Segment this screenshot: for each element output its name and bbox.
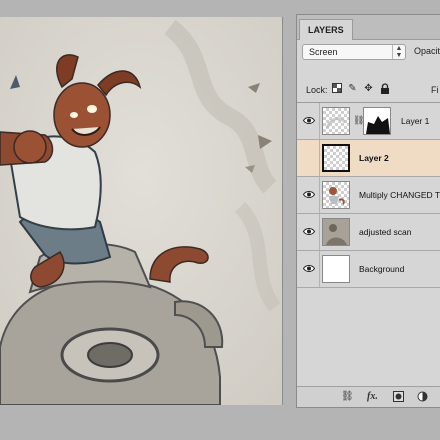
- layer-row-background[interactable]: Background: [297, 251, 440, 288]
- link-icon[interactable]: ⛓: [353, 115, 364, 128]
- layer-row-adjusted-scan[interactable]: adjusted scan: [297, 214, 440, 251]
- eye-icon[interactable]: [303, 264, 315, 273]
- layer-thumbnail[interactable]: [322, 218, 350, 246]
- layer-row-multiply[interactable]: Multiply CHANGED T: [297, 177, 440, 214]
- mask-icon[interactable]: [393, 391, 404, 406]
- layer-thumbnail[interactable]: [322, 255, 350, 283]
- layer-row-layer-2[interactable]: Layer 2: [297, 140, 440, 177]
- brush-icon[interactable]: ✎: [347, 83, 358, 94]
- eye-icon[interactable]: [303, 116, 315, 125]
- layer-name: Background: [359, 264, 405, 274]
- move-icon[interactable]: ✥: [363, 83, 374, 94]
- half-circle-icon[interactable]: [417, 391, 428, 406]
- visibility-divider: [319, 103, 320, 139]
- layer-name: Layer 2: [359, 153, 389, 163]
- eye-icon[interactable]: [303, 227, 315, 236]
- layers-panel: LAYERS Screen ▲▼ Opacity Lock: ✎ ✥ Fi ⛓: [296, 14, 440, 408]
- checkerboard-icon[interactable]: [331, 83, 342, 94]
- layer-name: adjusted scan: [359, 227, 412, 237]
- opacity-label: Opacity: [414, 46, 440, 56]
- layer-row-layer-1[interactable]: ⛓ Layer 1: [297, 103, 440, 140]
- chevron-updown-icon: ▲ ▼: [392, 45, 405, 59]
- fx-button[interactable]: fx.: [367, 391, 378, 403]
- layer-thumbnail[interactable]: [322, 144, 350, 172]
- tab-layers[interactable]: LAYERS: [299, 19, 353, 40]
- panel-bottom-bar: ⛓ fx.: [297, 386, 440, 407]
- visibility-divider: [319, 251, 320, 287]
- layer-thumbnail[interactable]: [322, 181, 350, 209]
- visibility-divider: [319, 140, 320, 176]
- fill-label: Fi: [431, 85, 439, 95]
- layer-thumbnail[interactable]: [322, 107, 350, 135]
- padlock-icon[interactable]: [379, 83, 390, 94]
- visibility-divider: [319, 177, 320, 213]
- layer-name: Multiply CHANGED T: [359, 190, 440, 200]
- layer-name: Layer 1: [401, 116, 430, 126]
- link-icon[interactable]: ⛓: [341, 391, 354, 403]
- lock-row: Lock: ✎ ✥ Fi: [297, 75, 440, 101]
- eye-icon[interactable]: [303, 190, 315, 199]
- blend-mode-value: Screen: [309, 47, 338, 57]
- lock-label: Lock:: [306, 85, 328, 95]
- document-canvas[interactable]: [0, 17, 282, 405]
- layers-list: ⛓ Layer 1 Layer 2 Multiply CHANGED T adj…: [297, 102, 440, 288]
- visibility-divider: [319, 214, 320, 250]
- artwork-illustration: [0, 17, 282, 405]
- blend-mode-select[interactable]: Screen ▲ ▼: [302, 44, 406, 60]
- layer-mask-thumbnail[interactable]: [363, 107, 391, 135]
- panel-tab-bar: LAYERS: [297, 15, 440, 40]
